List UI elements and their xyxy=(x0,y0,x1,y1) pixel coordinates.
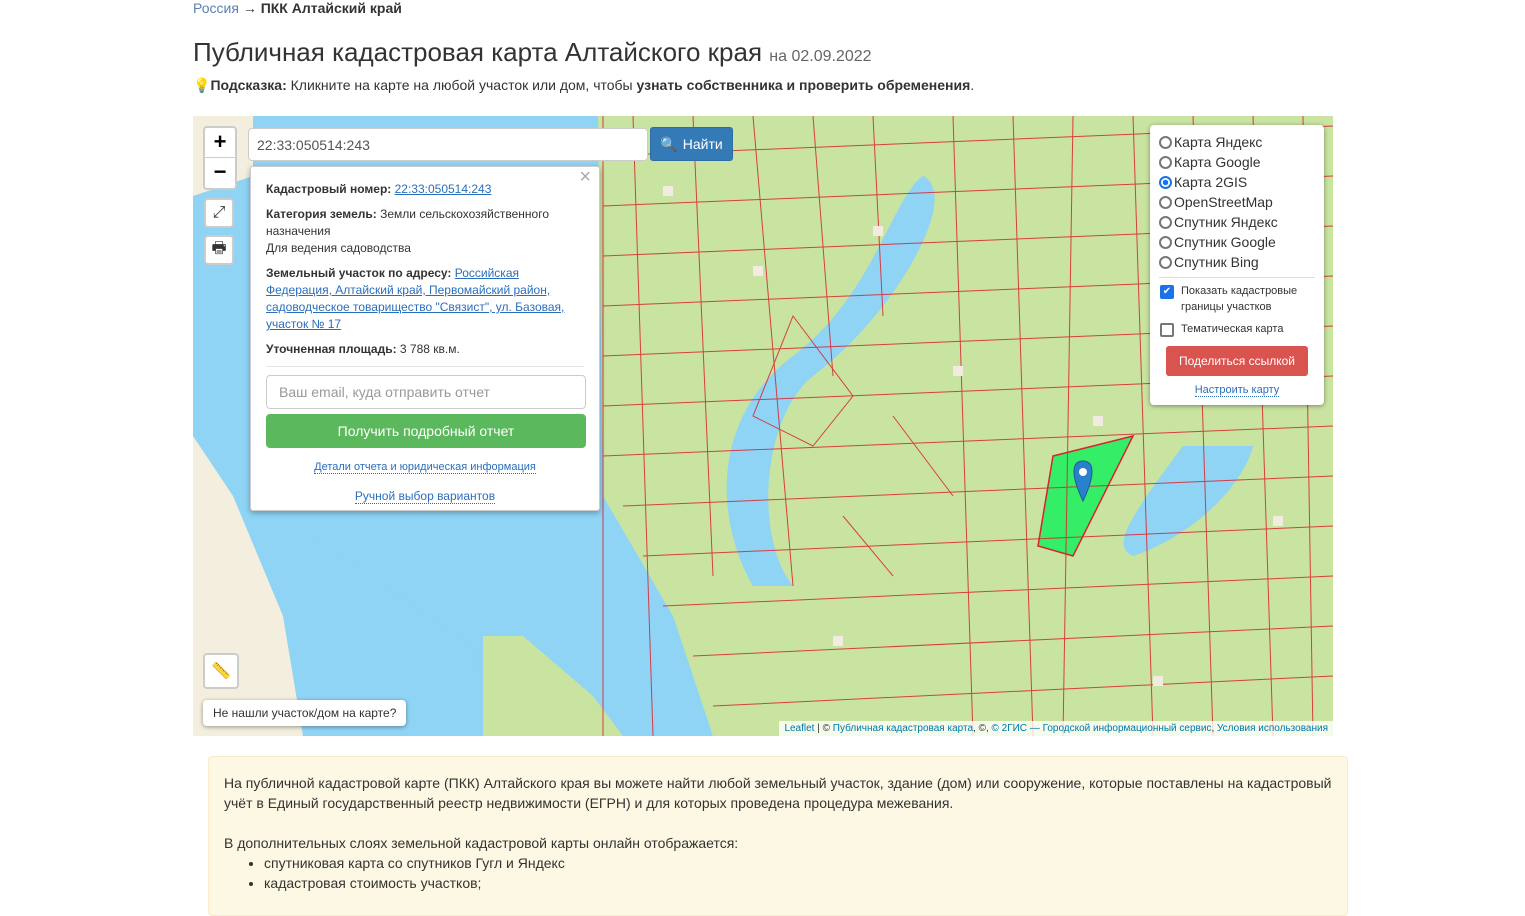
sep: , ©, xyxy=(973,723,992,734)
hint-bold: узнать собственника и проверить обремене… xyxy=(636,77,971,93)
info-paragraph: В дополнительных слоях земельной кадастр… xyxy=(224,835,739,851)
layer-label: Спутник Google xyxy=(1174,234,1276,250)
label: Кадастровый номер: xyxy=(266,182,392,196)
configure-map-link[interactable]: Настроить карту xyxy=(1194,384,1280,397)
search-icon: 🔍 xyxy=(660,135,678,152)
breadcrumb-root[interactable]: Россия xyxy=(193,0,239,16)
breadcrumb: Россия → ПКК Алтайский край xyxy=(193,0,402,16)
layer-label: Карта Google xyxy=(1174,154,1261,170)
radio-button[interactable] xyxy=(1159,255,1172,269)
layer-option[interactable]: Карта 2GIS xyxy=(1159,172,1315,192)
list-item: спутниковая карта со спутников Гугл и Ян… xyxy=(264,853,1332,873)
share-link-button[interactable]: Поделиться ссылкой xyxy=(1166,346,1308,376)
checkbox-label: Показать кадастровые границы участков xyxy=(1181,285,1298,313)
breadcrumb-arrow: → xyxy=(242,0,257,16)
email-field[interactable] xyxy=(266,375,586,409)
sep: | © xyxy=(814,723,833,734)
label: Категория земель: xyxy=(266,207,377,221)
manual-selection-link[interactable]: Ручной выбор вариантов xyxy=(354,489,496,504)
show-borders-checkbox[interactable]: ✔ Показать кадастровые границы участков xyxy=(1159,283,1315,315)
radio-button[interactable] xyxy=(1159,195,1172,209)
hint-end: . xyxy=(970,77,975,93)
layer-option[interactable]: Спутник Google xyxy=(1159,232,1315,252)
layer-label: Карта 2GIS xyxy=(1174,174,1248,190)
divider xyxy=(1159,277,1315,278)
layer-option[interactable]: OpenStreetMap xyxy=(1159,192,1315,212)
checkbox[interactable] xyxy=(1160,323,1174,337)
radio-button[interactable] xyxy=(1159,155,1172,169)
title-text: Публичная кадастровая карта Алтайского к… xyxy=(193,37,763,67)
search-button-label: Найти xyxy=(682,136,723,152)
checkbox-label: Тематическая карта xyxy=(1181,323,1284,335)
2gis-link[interactable]: © 2ГИС — Городской информационный сервис xyxy=(992,723,1212,734)
get-report-button[interactable]: Получить подробный отчет xyxy=(266,414,586,448)
zoom-out-button[interactable]: − xyxy=(205,158,235,188)
search-button[interactable]: 🔍 Найти xyxy=(650,127,733,161)
report-details-link[interactable]: Детали отчета и юридическая информация xyxy=(314,461,536,474)
checkbox[interactable]: ✔ xyxy=(1160,285,1174,299)
fullscreen-button[interactable]: ⤢ xyxy=(204,198,234,228)
breadcrumb-current: ПКК Алтайский край xyxy=(260,0,402,16)
leaflet-link[interactable]: Leaflet xyxy=(784,723,814,734)
land-use: Для ведения садоводства xyxy=(266,241,411,255)
layer-label: Спутник Bing xyxy=(1174,254,1259,270)
hint-text: Кликните на карте на любой участок или д… xyxy=(286,77,637,93)
layer-option[interactable]: Карта Яндекс xyxy=(1159,132,1315,152)
zoom-control: + − xyxy=(203,126,237,190)
ruler-icon: 📏 xyxy=(211,663,231,680)
layers-panel: Карта Яндекс Карта Google Карта 2GIS OpenSt… xyxy=(1150,125,1324,405)
layer-label: OpenStreetMap xyxy=(1174,194,1273,210)
info-paragraph: На публичной кадастровой карте (ПКК) Алт… xyxy=(224,775,1332,811)
cadastral-number-link[interactable]: 22:33:050514:243 xyxy=(395,182,492,196)
page-title: Публичная кадастровая карта Алтайского к… xyxy=(193,37,872,68)
layer-label: Спутник Яндекс xyxy=(1174,214,1278,230)
terms-link[interactable]: Условия использования xyxy=(1217,723,1328,734)
layer-label: Карта Яндекс xyxy=(1174,134,1263,150)
not-found-button[interactable]: Не нашли участок/дом на карте? xyxy=(203,700,407,726)
hint: 💡Подсказка: Кликните на карте на любой у… xyxy=(193,77,974,94)
list-item: кадастровая стоимость участков; xyxy=(264,873,1332,893)
radio-button[interactable] xyxy=(1159,135,1172,149)
layer-option[interactable]: Спутник Яндекс xyxy=(1159,212,1315,232)
value: 3 788 кв.м. xyxy=(396,342,460,356)
close-icon[interactable]: × xyxy=(579,167,591,187)
radio-button[interactable] xyxy=(1159,235,1172,249)
radio-button[interactable] xyxy=(1159,215,1172,229)
pkk-link[interactable]: Публичная кадастровая карта xyxy=(833,723,973,734)
info-box: На публичной кадастровой карте (ПКК) Алт… xyxy=(208,756,1348,916)
address: Земельный участок по адресу: Российская … xyxy=(266,265,584,333)
area: Уточненная площадь: 3 788 кв.м. xyxy=(266,341,584,358)
parcel-popup: × Кадастровый номер: 22:33:050514:243 Ка… xyxy=(250,166,600,511)
cadastral-map[interactable]: +− ⤢ 🖶 📏 🔍Найти × Кадастровый номер: 22:… xyxy=(193,116,1333,736)
cadastral-search-input[interactable] xyxy=(248,128,648,161)
thematic-checkbox[interactable]: Тематическая карта xyxy=(1159,321,1315,337)
label: Уточненная площадь: xyxy=(266,342,397,356)
title-date: на 02.09.2022 xyxy=(769,48,872,65)
radio-button[interactable] xyxy=(1159,175,1172,189)
print-icon: 🖶 xyxy=(211,239,227,257)
measure-button[interactable]: 📏 xyxy=(203,653,239,689)
cadastral-number: Кадастровый номер: 22:33:050514:243 xyxy=(266,181,584,198)
layer-option[interactable]: Карта Google xyxy=(1159,152,1315,172)
zoom-in-button[interactable]: + xyxy=(205,128,235,158)
land-category: Категория земель: Земли сельскохозяйстве… xyxy=(266,206,584,257)
label: Земельный участок по адресу: xyxy=(266,266,452,280)
expand-icon: ⤢ xyxy=(212,204,226,221)
print-button[interactable]: 🖶 xyxy=(204,235,234,265)
lightbulb-icon: 💡 xyxy=(193,77,211,93)
divider xyxy=(266,366,584,367)
hint-label: Подсказка: xyxy=(210,77,287,93)
layer-option[interactable]: Спутник Bing xyxy=(1159,252,1315,272)
attribution: Leaflet | © Публичная кадастровая карта,… xyxy=(779,721,1333,736)
